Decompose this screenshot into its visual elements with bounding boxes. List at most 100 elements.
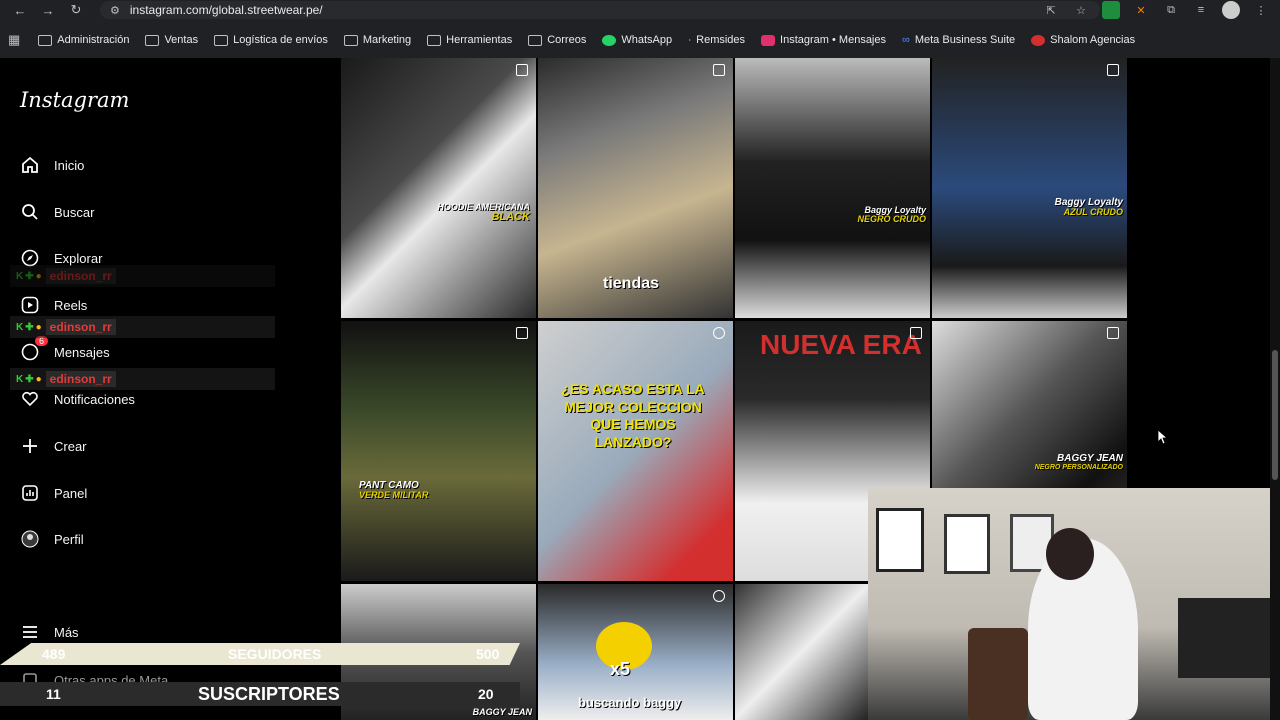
profile-avatar[interactable]: [1222, 1, 1240, 19]
bookmark-marketing[interactable]: Marketing: [343, 34, 411, 46]
folder-icon: [427, 34, 442, 46]
menu-icon: [20, 622, 40, 642]
wall-frame: [876, 508, 924, 572]
post-caption: BAGGY JEAN NEGRO PERSONALIZADO: [1034, 453, 1123, 472]
post-caption: Baggy Loyalty NEGRO CRUDO: [857, 205, 926, 224]
post-caption: ¿ES ACASO ESTA LA MEJOR COLECCION QUE HE…: [561, 381, 705, 450]
carousel-icon: [910, 327, 922, 339]
bookmark-instagram[interactable]: Instagram • Mensajes: [761, 34, 886, 46]
media-controls-icon[interactable]: ≡: [1192, 1, 1210, 19]
chat-overlay-row: K ✚ ● edinson_rr: [10, 368, 275, 390]
browser-chrome: ← → ↻ ⚙ instagram.com/global.streetwear.…: [0, 0, 1280, 58]
mouse-cursor-icon: [1157, 429, 1169, 449]
extension-sheets-icon[interactable]: [1102, 1, 1120, 19]
carousel-icon: [516, 64, 528, 76]
folder-icon: [38, 34, 53, 46]
chat-badges-icon: K ✚ ●: [16, 373, 42, 385]
post-caption: PANT CAMO VERDE MILITAR: [359, 480, 429, 500]
chat-username: edinson_rr: [45, 268, 116, 284]
bookmark-star-icon[interactable]: ☆: [1072, 1, 1090, 19]
post-tile[interactable]: Baggy Loyalty NEGRO CRUDO: [735, 58, 930, 318]
monitor: [1178, 598, 1280, 678]
post-caption: HOODIE AMERICANA BLACK: [437, 202, 530, 223]
post-tile[interactable]: HOODIE AMERICANA BLACK: [341, 58, 536, 318]
post-tile[interactable]: PANT CAMO VERDE MILITAR: [341, 321, 536, 581]
search-icon: [20, 202, 40, 222]
extension-k-icon[interactable]: ✕: [1132, 1, 1150, 19]
nav-inicio[interactable]: Inicio: [20, 155, 84, 175]
heart-icon: [20, 389, 40, 409]
subs-label: SUSCRIPTORES: [198, 683, 340, 704]
post-tile[interactable]: tiendas: [538, 58, 733, 318]
bookmarks-bar: ▦ Administración Ventas Logística de env…: [0, 28, 1280, 52]
instagram-logo[interactable]: Instagram: [20, 88, 129, 112]
post-caption: BAGGY JEAN: [472, 707, 532, 717]
extensions-icon[interactable]: ⧉: [1162, 1, 1180, 19]
carousel-icon: [1107, 64, 1119, 76]
bookmark-shalom[interactable]: Shalom Agencias: [1031, 34, 1135, 46]
subs-goal: 20: [478, 686, 494, 702]
carousel-icon: [516, 327, 528, 339]
nav-perfil[interactable]: Perfil: [20, 529, 84, 549]
bookmark-herramientas[interactable]: Herramientas: [427, 34, 512, 46]
bookmark-ventas[interactable]: Ventas: [145, 34, 198, 46]
bookmark-administracion[interactable]: Administración: [38, 34, 129, 46]
carousel-icon: [1107, 327, 1119, 339]
address-bar[interactable]: ⚙ instagram.com/global.streetwear.pe/: [100, 1, 1100, 19]
nav-mas[interactable]: Más: [20, 622, 79, 642]
folder-icon: [214, 34, 229, 46]
reel-icon: [713, 64, 725, 76]
apps-grid-icon[interactable]: ▦: [8, 32, 20, 48]
followers-goal: 500: [476, 646, 500, 662]
site-info-icon[interactable]: ⚙: [110, 4, 120, 17]
followers-label: SEGUIDORES: [228, 646, 322, 662]
nav-buscar[interactable]: Buscar: [20, 202, 94, 222]
chat-overlay-row: K ✚ ● edinson_rr: [10, 316, 275, 338]
subs-current: 11: [46, 686, 61, 702]
folder-icon: [145, 34, 160, 46]
bookmark-remsides[interactable]: ∙ Remsides: [688, 34, 745, 46]
reload-icon[interactable]: ↻: [62, 2, 90, 18]
post-caption: NUEVA ERA: [760, 329, 922, 360]
scrollbar-thumb[interactable]: [1272, 350, 1278, 480]
post-tile[interactable]: x5 buscando baggy: [538, 584, 733, 720]
nav-reels[interactable]: Reels: [20, 295, 87, 315]
post-tile[interactable]: ¿ES ACASO ESTA LA MEJOR COLECCION QUE HE…: [538, 321, 733, 581]
reels-icon: [20, 295, 40, 315]
nav-crear[interactable]: Crear: [20, 436, 87, 456]
bookmark-correos[interactable]: Correos: [528, 34, 586, 46]
forward-icon[interactable]: →: [34, 3, 62, 18]
post-caption: Baggy Loyalty AZUL CRUDO: [1054, 197, 1123, 217]
whatsapp-icon: [602, 34, 617, 46]
post-tile[interactable]: Baggy Loyalty AZUL CRUDO: [932, 58, 1127, 318]
back-icon[interactable]: ←: [6, 3, 34, 18]
install-app-icon[interactable]: ⇱: [1042, 1, 1060, 19]
meta-icon: ∞: [902, 34, 910, 46]
wall-frame: [944, 514, 990, 574]
plus-icon: [20, 436, 40, 456]
reel-icon: [713, 327, 725, 339]
page-scrollbar[interactable]: [1270, 58, 1280, 720]
profile-icon: [20, 529, 40, 549]
chat-username: edinson_rr: [45, 371, 116, 387]
nav-notificaciones[interactable]: Notificaciones: [20, 389, 135, 409]
remsides-icon: ∙: [688, 34, 692, 46]
url-text: instagram.com/global.streetwear.pe/: [129, 3, 323, 17]
bookmark-meta[interactable]: ∞ Meta Business Suite: [902, 34, 1015, 46]
home-icon: [20, 155, 40, 175]
chair: [968, 628, 1028, 720]
post-tile[interactable]: [735, 584, 868, 720]
chat-badges-icon: K ✚ ●: [16, 270, 42, 282]
browser-menu-icon[interactable]: ⋮: [1252, 1, 1270, 19]
sticker-count: x5: [610, 659, 631, 679]
bookmark-whatsapp[interactable]: WhatsApp: [602, 34, 672, 46]
subscribers-goal-bar: 11 SUSCRIPTORES 20: [0, 682, 520, 706]
webcam-overlay: [868, 488, 1280, 720]
followers-goal-bar: 489 SEGUIDORES 500: [0, 643, 520, 665]
shalom-icon: [1031, 34, 1046, 46]
nav-panel[interactable]: Panel: [20, 483, 87, 503]
nav-mensajes[interactable]: 6 Mensajes: [20, 336, 110, 362]
reel-icon: [713, 590, 725, 602]
bookmark-logistica[interactable]: Logística de envíos: [214, 34, 328, 46]
panel-icon: [20, 483, 40, 503]
